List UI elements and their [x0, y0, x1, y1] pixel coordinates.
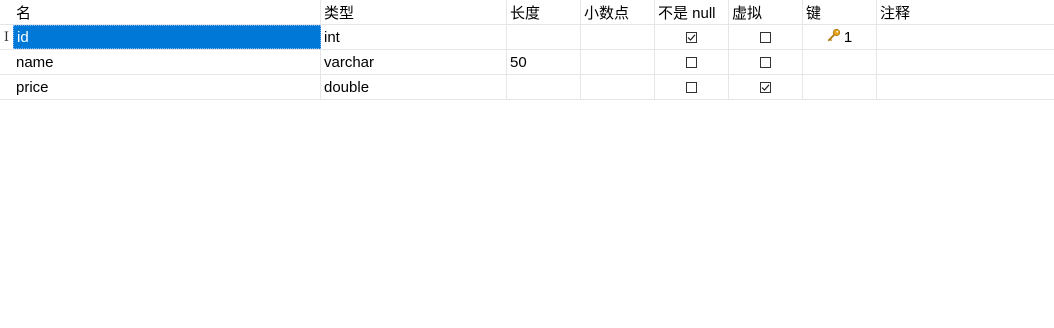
- table-row[interactable]: price double: [0, 75, 1054, 100]
- column-header-decimals[interactable]: 小数点: [581, 0, 655, 24]
- table-row[interactable]: name varchar 50: [0, 50, 1054, 75]
- checkmark-icon: [687, 33, 696, 41]
- field-type-cell[interactable]: double: [321, 75, 507, 99]
- field-length-cell[interactable]: [507, 75, 581, 99]
- virtual-checkbox[interactable]: [760, 56, 771, 68]
- column-header-length[interactable]: 长度: [507, 0, 581, 24]
- field-length-cell[interactable]: 50: [507, 50, 581, 74]
- field-not-null-cell[interactable]: [655, 25, 729, 49]
- field-decimals-cell[interactable]: [581, 50, 655, 74]
- field-comment-cell[interactable]: [877, 25, 1054, 49]
- field-decimals-cell[interactable]: [581, 75, 655, 99]
- not-null-checkbox[interactable]: [686, 81, 697, 93]
- row-marker[interactable]: [0, 75, 13, 99]
- column-header-virtual[interactable]: 虚拟: [729, 0, 803, 24]
- field-virtual-cell[interactable]: [729, 50, 803, 74]
- field-length-cell[interactable]: [507, 25, 581, 49]
- virtual-checkbox[interactable]: [760, 31, 771, 43]
- field-design-grid: 名 类型 长度 小数点 不是 null 虚拟 键 注释 I id int 1 n…: [0, 0, 1054, 100]
- field-comment-cell[interactable]: [877, 75, 1054, 99]
- not-null-checkbox[interactable]: [686, 31, 697, 43]
- grid-header-row: 名 类型 长度 小数点 不是 null 虚拟 键 注释: [0, 0, 1054, 25]
- virtual-checkbox[interactable]: [760, 81, 771, 93]
- not-null-checkbox[interactable]: [686, 56, 697, 68]
- row-marker[interactable]: [0, 50, 13, 74]
- field-key-cell[interactable]: [803, 50, 877, 74]
- field-not-null-cell[interactable]: [655, 75, 729, 99]
- key-order-label: 1: [843, 28, 853, 46]
- field-name-cell[interactable]: id: [13, 25, 321, 49]
- row-marker[interactable]: I: [0, 25, 13, 49]
- field-not-null-cell[interactable]: [655, 50, 729, 74]
- field-key-cell[interactable]: [803, 75, 877, 99]
- column-header-name[interactable]: 名: [13, 0, 321, 24]
- field-name-cell[interactable]: name: [13, 50, 321, 74]
- field-type-cell[interactable]: varchar: [321, 50, 507, 74]
- column-header-type[interactable]: 类型: [321, 0, 507, 24]
- key-icon: [827, 28, 841, 46]
- column-header-comment[interactable]: 注释: [877, 0, 1054, 24]
- field-name-cell[interactable]: price: [13, 75, 321, 99]
- text-cursor-indicator: I: [3, 29, 10, 45]
- primary-key-indicator: 1: [827, 28, 852, 46]
- field-comment-cell[interactable]: [877, 50, 1054, 74]
- column-header-key[interactable]: 键: [803, 0, 877, 24]
- field-decimals-cell[interactable]: [581, 25, 655, 49]
- table-row[interactable]: I id int 1: [0, 25, 1054, 50]
- row-marker-header: [0, 0, 13, 24]
- field-key-cell[interactable]: 1: [803, 25, 877, 49]
- field-type-cell[interactable]: int: [321, 25, 507, 49]
- field-virtual-cell[interactable]: [729, 25, 803, 49]
- checkmark-icon: [761, 83, 770, 91]
- column-header-not-null[interactable]: 不是 null: [655, 0, 729, 24]
- field-virtual-cell[interactable]: [729, 75, 803, 99]
